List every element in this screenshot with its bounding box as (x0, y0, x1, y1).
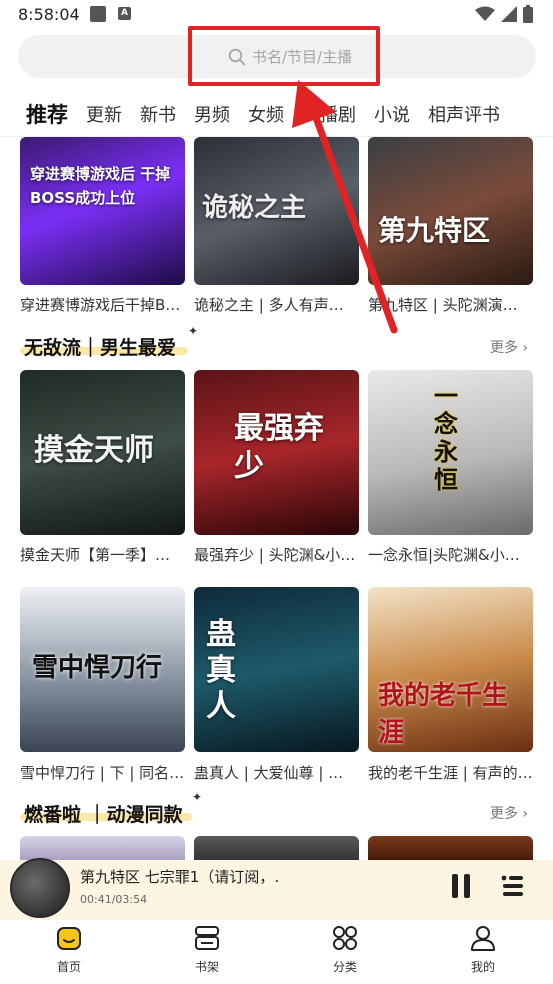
nav-profile[interactable]: 我的 (448, 924, 518, 975)
book-title[interactable]: 雪中悍刀行 | 下 | 同名… (20, 762, 188, 783)
player-cover[interactable] (10, 858, 70, 918)
pause-icon[interactable] (450, 874, 472, 898)
signal-icon (501, 6, 517, 22)
status-right (475, 5, 533, 23)
notification-icon (90, 6, 106, 22)
book-title[interactable]: 我的老千生涯 | 有声的… (368, 762, 536, 783)
tab-novel[interactable]: 小说 (365, 101, 419, 127)
cover-text: 雪中悍刀行 (32, 653, 163, 683)
cover-text: 穿进赛博游戏后 干掉BOSS成功上位 (30, 165, 171, 207)
book-title[interactable]: 蛊真人 | 大爱仙尊 | … (194, 762, 362, 783)
book-title[interactable]: 一念永恒|头陀渊&小… (368, 544, 536, 565)
nav-label: 书架 (194, 960, 219, 974)
playlist-icon[interactable] (501, 874, 523, 898)
profile-icon (471, 926, 495, 951)
sparkle-icon: ✦ (188, 324, 199, 338)
cover-text: 最强弃少 (234, 411, 324, 484)
section-title: 无敌流｜男生最爱 (24, 337, 177, 359)
tab-female[interactable]: 女频 (239, 101, 293, 127)
book-cover[interactable]: 一念永恒 (368, 370, 533, 535)
book-title[interactable]: 摸金天师【第一季】… (20, 544, 188, 565)
more-label: 更多 (490, 806, 518, 822)
book-cover[interactable]: 最强弃少 (194, 370, 359, 535)
section-title: 燃番啦 ｜动漫同款 (24, 804, 183, 826)
sparkle-icon: ✦ (192, 790, 203, 804)
book-title[interactable]: 第九特区 | 头陀渊演… (368, 294, 536, 315)
cover-text: 摸金天师 (34, 433, 154, 468)
book-cover[interactable]: 蛊真人 (194, 587, 359, 752)
more-label: 更多 (490, 340, 518, 356)
cover-text: 诡秘之主 (202, 193, 307, 223)
category-icon (333, 926, 357, 950)
book-title[interactable]: 最强弃少 | 头陀渊&小… (194, 544, 362, 565)
bottom-nav: 首页 书架 分类 我的 (0, 920, 553, 984)
book-cover[interactable]: 诡秘之主 (194, 137, 359, 285)
home-icon (57, 927, 81, 950)
tab-radio-drama[interactable]: 广播剧 (293, 101, 365, 127)
book-cover[interactable]: 穿进赛博游戏后 干掉BOSS成功上位 (20, 137, 185, 285)
nav-label: 我的 (470, 960, 495, 974)
nav-label: 分类 (332, 960, 357, 974)
nav-home[interactable]: 首页 (34, 924, 104, 975)
player-time: 00:41/03:54 (80, 893, 148, 906)
cover-text: 第九特区 (378, 214, 491, 247)
tab-new-books[interactable]: 新书 (131, 101, 185, 127)
search-highlight-box (188, 26, 380, 86)
book-cover[interactable]: 雪中悍刀行 (20, 587, 185, 752)
book-title[interactable]: 诡秘之主 | 多人有声… (194, 294, 362, 315)
nav-label: 首页 (56, 960, 81, 974)
nav-bookshelf[interactable]: 书架 (172, 924, 242, 975)
app-notification-icon: A (118, 7, 131, 20)
bookshelf-icon (195, 926, 219, 950)
wifi-icon (475, 6, 495, 21)
battery-icon (523, 5, 533, 23)
cover-text: 我的老千生涯 (378, 681, 509, 748)
book-cover[interactable]: 第九特区 (368, 137, 533, 285)
book-cover[interactable]: 摸金天师 (20, 370, 185, 535)
category-tabs: 推荐 更新 新书 男频 女频 广播剧 小说 相声评书 (0, 96, 553, 132)
cover-text: 蛊真人 (206, 617, 236, 724)
tab-recommend[interactable]: 推荐 (0, 99, 77, 129)
more-link[interactable]: 更多 › (490, 803, 528, 823)
tab-male[interactable]: 男频 (185, 101, 239, 127)
book-title[interactable]: 穿进赛博游戏后干掉B… (20, 294, 188, 315)
nav-category[interactable]: 分类 (310, 924, 380, 975)
tab-update[interactable]: 更新 (77, 101, 131, 127)
player-title[interactable]: 第九特区 七宗罪1（请订阅，… (80, 866, 280, 887)
more-link[interactable]: 更多 › (490, 337, 528, 357)
tab-crosstalk[interactable]: 相声评书 (419, 101, 509, 127)
book-cover[interactable]: 我的老千生涯 (368, 587, 533, 752)
cover-text: 一念永恒 (434, 382, 458, 494)
status-time: 8:58:04 (18, 5, 80, 24)
